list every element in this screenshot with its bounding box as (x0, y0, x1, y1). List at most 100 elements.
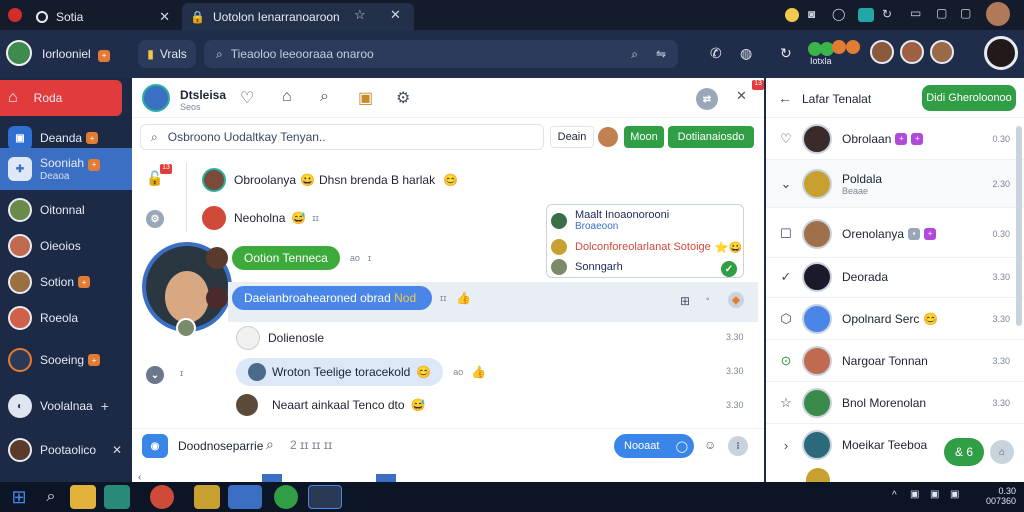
reply-icon[interactable]: ⊞ (680, 294, 690, 308)
filter-icon[interactable]: ⇋ (656, 47, 666, 61)
phone-icon[interactable]: ✆ (710, 45, 722, 62)
contact-item[interactable]: ☐ Orenolanya ▪ +0.30 (766, 210, 1024, 258)
search-input[interactable]: Tieaoloo leeooraaa onaroo (231, 47, 374, 61)
sync-icon[interactable]: ↻ (882, 7, 892, 21)
more-icon[interactable]: ◦ (706, 294, 710, 305)
settings-icon[interactable]: ⚙ (396, 88, 410, 108)
chrome-icon[interactable] (150, 485, 174, 509)
friend-avatar[interactable] (900, 40, 924, 64)
photoshop-icon[interactable] (308, 485, 342, 509)
contact-item[interactable]: ✓ Deorada 3.30 (766, 256, 1024, 298)
app-switcher[interactable]: ▮ Vrals (138, 40, 196, 68)
heart-icon[interactable]: ♡ (240, 88, 254, 108)
search-icon[interactable]: ⌕ (320, 88, 329, 106)
fab-button[interactable]: & 6 (944, 438, 984, 466)
message-row[interactable]: Daeianbroahearoned obrad Nod ɪɪ 👍 (206, 286, 471, 310)
search-icon[interactable]: ⌕ (38, 485, 64, 509)
star-icon[interactable]: ☆ (354, 7, 366, 23)
close-icon[interactable]: ✕ (390, 7, 401, 23)
contact-item[interactable]: ⌄ Poldala Beaae 2.30 (766, 160, 1024, 208)
mute-icon[interactable]: ✕ (736, 88, 747, 104)
home-icon[interactable]: ⌂ (282, 88, 292, 106)
sidebar-item-oitonnal[interactable]: Oitonnal (0, 192, 132, 228)
scroll-tab[interactable] (376, 474, 396, 482)
check-icon[interactable]: ✓ (721, 261, 737, 277)
react-icon[interactable]: ◆ (728, 292, 744, 308)
app-icon[interactable] (194, 485, 220, 509)
message-row[interactable]: Neoholna 😅 ɪɪ (202, 206, 319, 230)
friend-avatar[interactable] (870, 40, 894, 64)
sidebar-item-sooniah[interactable]: ✚ Sooniah + Deaoa (0, 148, 132, 190)
contact-item[interactable]: ⬡ Opolnard Serc 😊 3.30 (766, 298, 1024, 340)
tray-up-icon[interactable]: ^ (892, 490, 897, 501)
message-row[interactable]: Obroolanya 😀 Dhsn brenda B harlak 😊 (202, 168, 458, 192)
message-row[interactable]: Wroton Teelige toracekold 😊 ao 👍 (236, 358, 486, 386)
profile-avatar[interactable] (986, 2, 1010, 26)
sidebar-item-voolalnaa[interactable]: ◐ Voolalnaa + (0, 388, 132, 424)
sidebar-item-roeola[interactable]: Roeola (0, 300, 132, 336)
browser-taskbar-icon[interactable] (228, 485, 262, 509)
tab-sotia[interactable]: Sotia ✕ (30, 3, 180, 30)
app-icon[interactable] (858, 8, 874, 22)
sidebar-item-sooeing[interactable]: Sooeing + (0, 342, 132, 378)
message-row[interactable]: Dolienosle (236, 326, 324, 350)
close-icon[interactable]: ✕ (159, 9, 170, 25)
action-button[interactable]: Dotiianaiosdo (668, 126, 754, 148)
close-icon[interactable]: ✕ (112, 443, 122, 457)
shared-card[interactable]: Maalt Inoaonorooni Broaeoon Dolconforeola… (546, 204, 744, 278)
emoji-icon[interactable]: ☺ (704, 438, 716, 452)
new-contact-button[interactable]: Didi Gheroloonoo (922, 85, 1016, 111)
image-icon[interactable]: ▣ (358, 88, 373, 108)
more-icon[interactable]: ⁝ (728, 436, 748, 456)
toggle-button[interactable]: Moon (624, 126, 664, 148)
contact-item[interactable]: ⊙ Nargoar Tonnan 3.30 (766, 340, 1024, 382)
profile-avatar[interactable] (984, 36, 1018, 70)
battery-icon[interactable]: ▣ (950, 489, 959, 500)
scroll-tab[interactable] (262, 474, 282, 482)
search-icon[interactable]: ⌕ (266, 436, 274, 453)
attach-icon[interactable]: ◉ (142, 434, 168, 458)
volume-icon[interactable]: ▣ (930, 489, 939, 500)
down-icon[interactable]: ⌄ (146, 366, 164, 384)
filter-avatar[interactable] (598, 127, 618, 147)
chat-search-input[interactable]: ⌕ Osbroono Uodaltkay Tenyan.. (140, 124, 544, 150)
edge-icon[interactable] (274, 485, 298, 509)
maximize-icon[interactable]: ▢ (936, 6, 947, 20)
search-bar[interactable]: ⌕ Tieaoloo leeooraaa onaroo ⌕ ⇋ (204, 40, 678, 68)
tab-active[interactable]: 🔒 Uotolon Ienarranoaroon (182, 3, 414, 30)
back-icon[interactable]: ← (778, 90, 792, 106)
chat-icon[interactable]: ◯ (832, 7, 845, 21)
user-avatar[interactable] (6, 40, 32, 66)
send-button[interactable]: Nooaat ◯ (614, 434, 694, 458)
archive-icon[interactable]: ⌂ (990, 440, 1014, 464)
sidebar-item-home[interactable]: ⌂ Roda (0, 80, 122, 116)
network-icon[interactable]: ▣ (910, 489, 919, 500)
window-icon[interactable]: ▢ (960, 6, 971, 20)
compose-input[interactable]: Doodnoseparrie (178, 439, 263, 453)
sidebar-item-pootaolico[interactable]: Pootaolico ✕ (0, 432, 132, 468)
message-row[interactable]: Ootion Tenneca ao ɪ (206, 246, 371, 270)
store-icon[interactable] (104, 485, 130, 509)
add-icon[interactable]: + (101, 398, 109, 414)
message-row[interactable]: Neaart ainkaal Tenco dto 😅 (236, 394, 426, 416)
filter-button[interactable]: Deain (550, 126, 594, 148)
minimize-icon[interactable]: ▭ (910, 6, 921, 20)
share-icon[interactable]: ⇄ (696, 88, 718, 110)
folder-icon[interactable] (70, 485, 96, 509)
contact-item[interactable]: ☆ Bnol Morenolan 3.30 (766, 382, 1024, 424)
apps-cluster[interactable]: Iotxla (808, 38, 862, 70)
globe-icon[interactable]: ◍ (740, 45, 752, 62)
camera-icon[interactable]: ◙ (808, 7, 815, 21)
clock[interactable]: 0.30 007360 (976, 486, 1016, 506)
extension-icon[interactable] (785, 8, 799, 22)
scrollbar[interactable] (1016, 126, 1022, 326)
start-icon[interactable]: ⊞ (6, 485, 32, 509)
refresh-icon[interactable]: ↻ (780, 45, 792, 62)
contact-item[interactable]: ♡ Obrolaan + +0.30 (766, 118, 1024, 160)
search-icon[interactable]: ⌕ (631, 47, 638, 62)
sidebar-item-sotion[interactable]: Sotion + (0, 264, 132, 300)
contact-item[interactable]: › Moeikar Teeboa (766, 424, 1024, 466)
sidebar-item-oieoios[interactable]: Oieoios (0, 228, 132, 264)
friend-avatar[interactable] (930, 40, 954, 64)
chat-avatar[interactable] (142, 84, 170, 112)
